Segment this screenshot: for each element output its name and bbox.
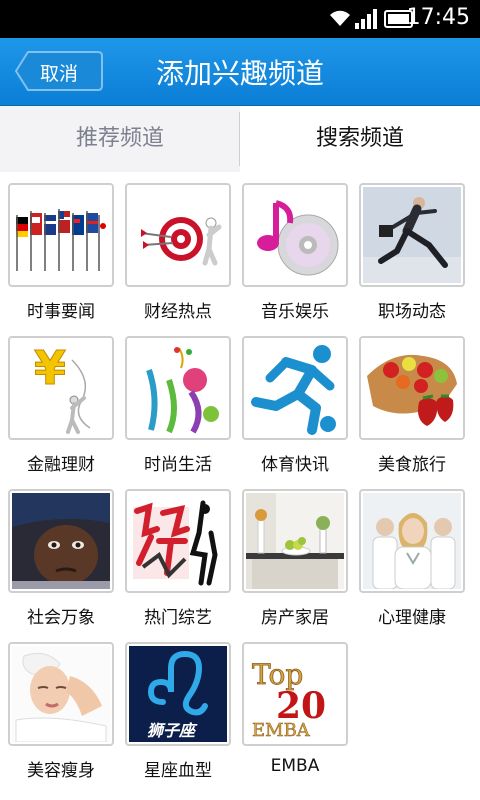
page-title: 添加兴趣频道	[155, 57, 324, 90]
leo-zodiac-caption: 狮子座	[147, 721, 198, 740]
channel-label: 音乐娱乐	[261, 302, 329, 322]
channel-tile[interactable]: 音乐娱乐	[242, 183, 348, 323]
channel-thumbnail	[359, 489, 465, 593]
channel-thumbnail: 狮子座	[125, 642, 231, 746]
signal-icon	[355, 9, 377, 29]
music-cd-image	[246, 187, 344, 283]
status-bar: 17:45	[0, 0, 480, 38]
clock: 17:45	[406, 5, 470, 30]
businessman-jump-image	[363, 187, 461, 283]
channel-tile[interactable]: ¥ 金融理财	[8, 336, 114, 476]
channel-thumbnail	[242, 336, 348, 440]
channel-thumbnail	[8, 489, 114, 593]
tab-search[interactable]: 搜索频道	[240, 106, 480, 172]
channel-label: 时事要闻	[27, 302, 95, 322]
leo-zodiac-image: 狮子座	[129, 646, 227, 742]
runner-icon-image	[246, 340, 344, 436]
channel-thumbnail	[125, 489, 231, 593]
yuan-sign-image: ¥	[12, 340, 110, 436]
channel-label: 金融理财	[27, 455, 95, 475]
strawberry-cake-image	[363, 340, 461, 436]
channel-thumbnail	[8, 183, 114, 287]
channel-label: 时尚生活	[144, 455, 212, 475]
target-image	[129, 187, 227, 283]
channel-thumbnail	[359, 183, 465, 287]
channel-label: 财经热点	[144, 302, 212, 322]
channel-tile[interactable]: 体育快讯	[242, 336, 348, 476]
doctors-image	[363, 493, 461, 589]
channel-tile[interactable]: 美容瘦身	[8, 642, 114, 782]
channel-label: EMBA	[270, 756, 320, 776]
channel-tile[interactable]: 时事要闻	[8, 183, 114, 323]
channel-thumbnail	[242, 183, 348, 287]
channel-label: 美容瘦身	[27, 761, 95, 781]
channel-tile[interactable]: 心理健康	[359, 489, 465, 629]
channel-thumbnail: ¥	[8, 336, 114, 440]
channel-label: 房产家居	[261, 608, 329, 628]
channel-label: 美食旅行	[378, 455, 446, 475]
channel-tile[interactable]: 狮子座 星座血型	[125, 642, 231, 782]
channel-tile[interactable]: 社会万象	[8, 489, 114, 629]
top20-emba-logo: Top 20 EMBA	[246, 646, 344, 742]
svg-text:¥: ¥	[34, 341, 66, 395]
channel-tile[interactable]: Top 20 EMBA EMBA	[242, 642, 348, 782]
channel-thumbnail	[359, 336, 465, 440]
svg-text:EMBA: EMBA	[252, 720, 311, 741]
channel-label: 社会万象	[27, 608, 95, 628]
child-face-image	[12, 493, 110, 589]
flags-image	[12, 187, 110, 283]
channel-label: 心理健康	[378, 608, 446, 628]
title-bar: 取消 添加兴趣频道	[0, 38, 480, 106]
fashion-illustration-image	[129, 340, 227, 436]
channel-tile[interactable]: 财经热点	[125, 183, 231, 323]
variety-show-logo-image	[129, 493, 227, 589]
tab-bar: 推荐频道 搜索频道	[0, 106, 480, 172]
tab-recommended[interactable]: 推荐频道	[0, 106, 240, 172]
wifi-icon	[330, 10, 350, 26]
channel-tile[interactable]: 房产家居	[242, 489, 348, 629]
channel-label: 星座血型	[144, 761, 212, 781]
channel-label: 职场动态	[378, 302, 446, 322]
channel-tile[interactable]: 热门综艺	[125, 489, 231, 629]
channel-thumbnail	[242, 489, 348, 593]
channel-tile[interactable]: 职场动态	[359, 183, 465, 323]
channel-label: 热门综艺	[144, 608, 212, 628]
channel-thumbnail	[8, 642, 114, 746]
interior-image	[246, 493, 344, 589]
channel-tile[interactable]: 时尚生活	[125, 336, 231, 476]
channel-label: 体育快讯	[261, 455, 329, 475]
channel-thumbnail: Top 20 EMBA	[242, 642, 348, 746]
channel-tile[interactable]: 美食旅行	[359, 336, 465, 476]
facial-spa-image	[12, 646, 110, 742]
channel-thumbnail	[125, 183, 231, 287]
channel-thumbnail	[125, 336, 231, 440]
